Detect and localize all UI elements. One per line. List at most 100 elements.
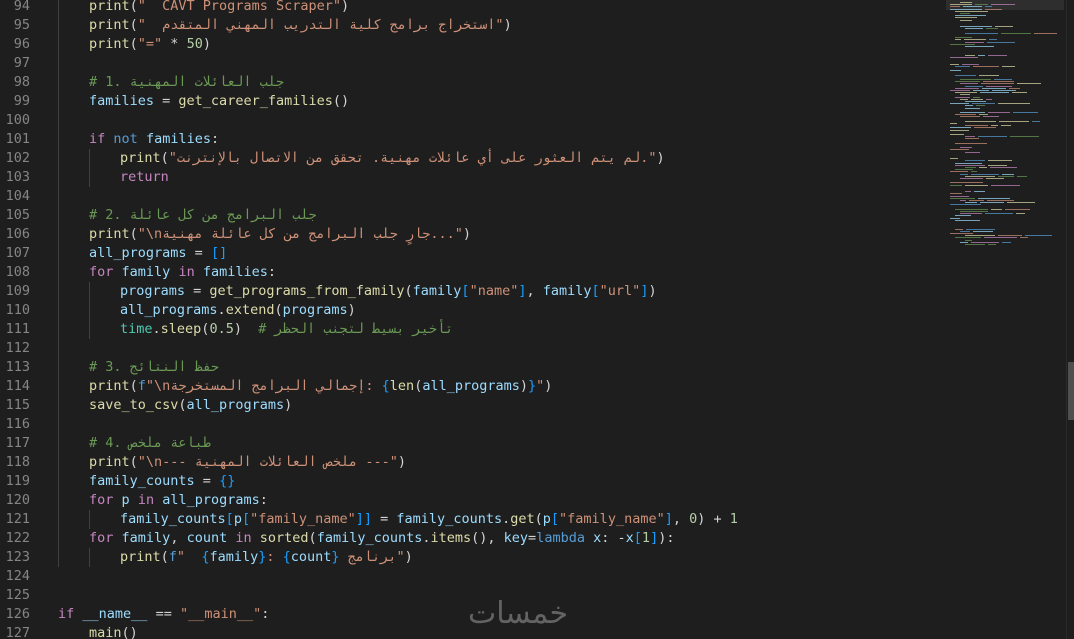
code-line[interactable]: if not families: — [89, 130, 219, 149]
minimap-line — [965, 46, 994, 47]
minimap-line — [986, 85, 1012, 87]
code-line[interactable]: all_programs.extend(programs) — [120, 301, 356, 320]
minimap-line — [950, 63, 959, 65]
minimap-line — [965, 105, 973, 107]
code-line[interactable]: # 1. جلب العائلات المهنية — [89, 73, 284, 92]
code-line[interactable]: print("=" * 50) — [89, 35, 211, 54]
minimap-line — [991, 208, 1002, 210]
minimap-line — [966, 228, 995, 230]
code-line[interactable]: family_counts[p["family_name"]] = family… — [120, 510, 738, 529]
minimap-line — [950, 204, 981, 206]
minimap-line — [1032, 120, 1040, 122]
code-token: ( — [129, 0, 138, 14]
code-token: get — [510, 511, 535, 527]
line-number: 125 — [5, 587, 30, 603]
code-token: time — [120, 321, 153, 337]
code-line[interactable]: print("\n--- ملخص العائلات المهنية ---") — [89, 453, 406, 472]
code-token: : — [266, 549, 283, 565]
code-token: = — [194, 473, 220, 489]
code-line[interactable]: for p in all_programs: — [89, 491, 268, 510]
code-token: 50 — [186, 36, 203, 52]
code-token: ) — [656, 150, 665, 166]
code-token: ) — [202, 36, 211, 52]
minimap-line — [950, 4, 972, 6]
line-number: 109 — [5, 283, 30, 299]
line-number: 117 — [5, 435, 30, 451]
code-line[interactable]: print("لم يتم العثور على أي عائلات مهنية… — [120, 149, 665, 168]
minimap-line — [955, 114, 976, 116]
code-line[interactable]: print("\nجارٍ جلب البرامج من كل عائلة مه… — [89, 225, 471, 244]
code-line[interactable]: main() — [89, 624, 138, 639]
minimap-line — [965, 32, 998, 34]
code-token: == — [147, 606, 180, 622]
line-number: 103 — [5, 169, 30, 185]
code-token: for — [89, 492, 114, 508]
code-token: ) — [397, 454, 407, 470]
minimap-line — [955, 164, 985, 166]
minimap-line — [950, 197, 975, 199]
code-token: print — [120, 549, 161, 565]
code-token: ( — [404, 283, 413, 299]
line-number: 104 — [5, 188, 30, 204]
code-token: ] — [664, 511, 673, 527]
code-token: main — [89, 625, 122, 639]
code-token: count — [186, 530, 228, 546]
code-line[interactable]: # 4. طباعة ملخص — [89, 434, 211, 453]
code-line[interactable]: programs = get_programs_from_family(fami… — [120, 282, 657, 301]
code-token: برنامج" — [339, 549, 405, 565]
minimap-line — [950, 90, 970, 91]
code-line[interactable]: print(f" {family}: {count} برنامج") — [120, 548, 413, 567]
code-line[interactable]: all_programs = [] — [89, 244, 227, 263]
code-token: x — [625, 530, 634, 546]
code-line[interactable]: families = get_career_families() — [89, 92, 349, 111]
code-token: save_to_csv — [89, 397, 179, 413]
code-line[interactable]: save_to_csv(all_programs) — [89, 396, 292, 415]
code-token: (), — [471, 530, 504, 546]
code-token: . — [422, 530, 431, 546]
code-line[interactable]: print(" استخراج برامج كلية التدريب المهن… — [89, 16, 512, 35]
minimap-line — [965, 54, 975, 56]
minimap-line — [973, 96, 980, 98]
line-number: 99 — [13, 93, 30, 109]
code-line[interactable]: # 2. جلب البرامج من كل عائلة — [89, 206, 317, 225]
code-line[interactable]: time.sleep(0.5) # تأخير بسيط لتجنب الحظر — [120, 320, 453, 339]
minimap-line — [964, 39, 986, 41]
minimap-line — [950, 70, 961, 72]
minimap-line — [955, 219, 980, 221]
code-line[interactable]: return — [120, 168, 169, 187]
code-line[interactable]: for family in families: — [89, 263, 276, 282]
code-token: ] — [650, 530, 659, 546]
minimap-line — [950, 149, 969, 151]
line-number: 94 — [13, 0, 30, 14]
line-number: 116 — [5, 416, 30, 432]
minimap-line — [986, 28, 998, 30]
minimap-line — [991, 184, 1020, 186]
code-token: "url" — [599, 283, 641, 299]
minimap-line — [973, 65, 999, 67]
code-token: ) — [519, 378, 529, 394]
minimap-line — [960, 98, 968, 100]
code-line[interactable]: # 3. حفظ النتائج — [89, 358, 219, 377]
code-line[interactable]: if __name__ == "__main__": — [58, 605, 269, 624]
code-token: family — [209, 549, 259, 565]
scrollbar-thumb[interactable] — [1068, 362, 1074, 420]
code-line[interactable]: print(f"\nإجمالي البرامج المستخرجة: {len… — [89, 377, 552, 396]
minimap-line — [960, 83, 978, 85]
minimap-line — [983, 116, 999, 118]
minimap-line — [1002, 173, 1014, 175]
code-line[interactable]: print(" CAVT Programs Scraper") — [89, 0, 349, 16]
code-area[interactable]: print(" CAVT Programs Scraper") print(" ا… — [42, 0, 942, 639]
minimap-line — [950, 103, 969, 105]
minimap[interactable] — [946, 0, 1066, 639]
code-editor[interactable]: 94 95 96 97 98 99 100 101 102 103 104 105 106 107 108 1… — [0, 0, 1074, 639]
minimap-line — [955, 74, 976, 76]
code-line[interactable]: family_counts = {} — [89, 472, 235, 491]
code-token: ) — [544, 378, 553, 394]
code-token: = — [372, 511, 397, 527]
code-line[interactable]: for family, count in sorted(family_count… — [89, 529, 674, 548]
minimap-line — [971, 173, 999, 175]
vertical-scrollbar[interactable] — [1066, 0, 1074, 639]
code-token: "__main__" — [179, 606, 262, 622]
code-token: key — [503, 530, 529, 546]
